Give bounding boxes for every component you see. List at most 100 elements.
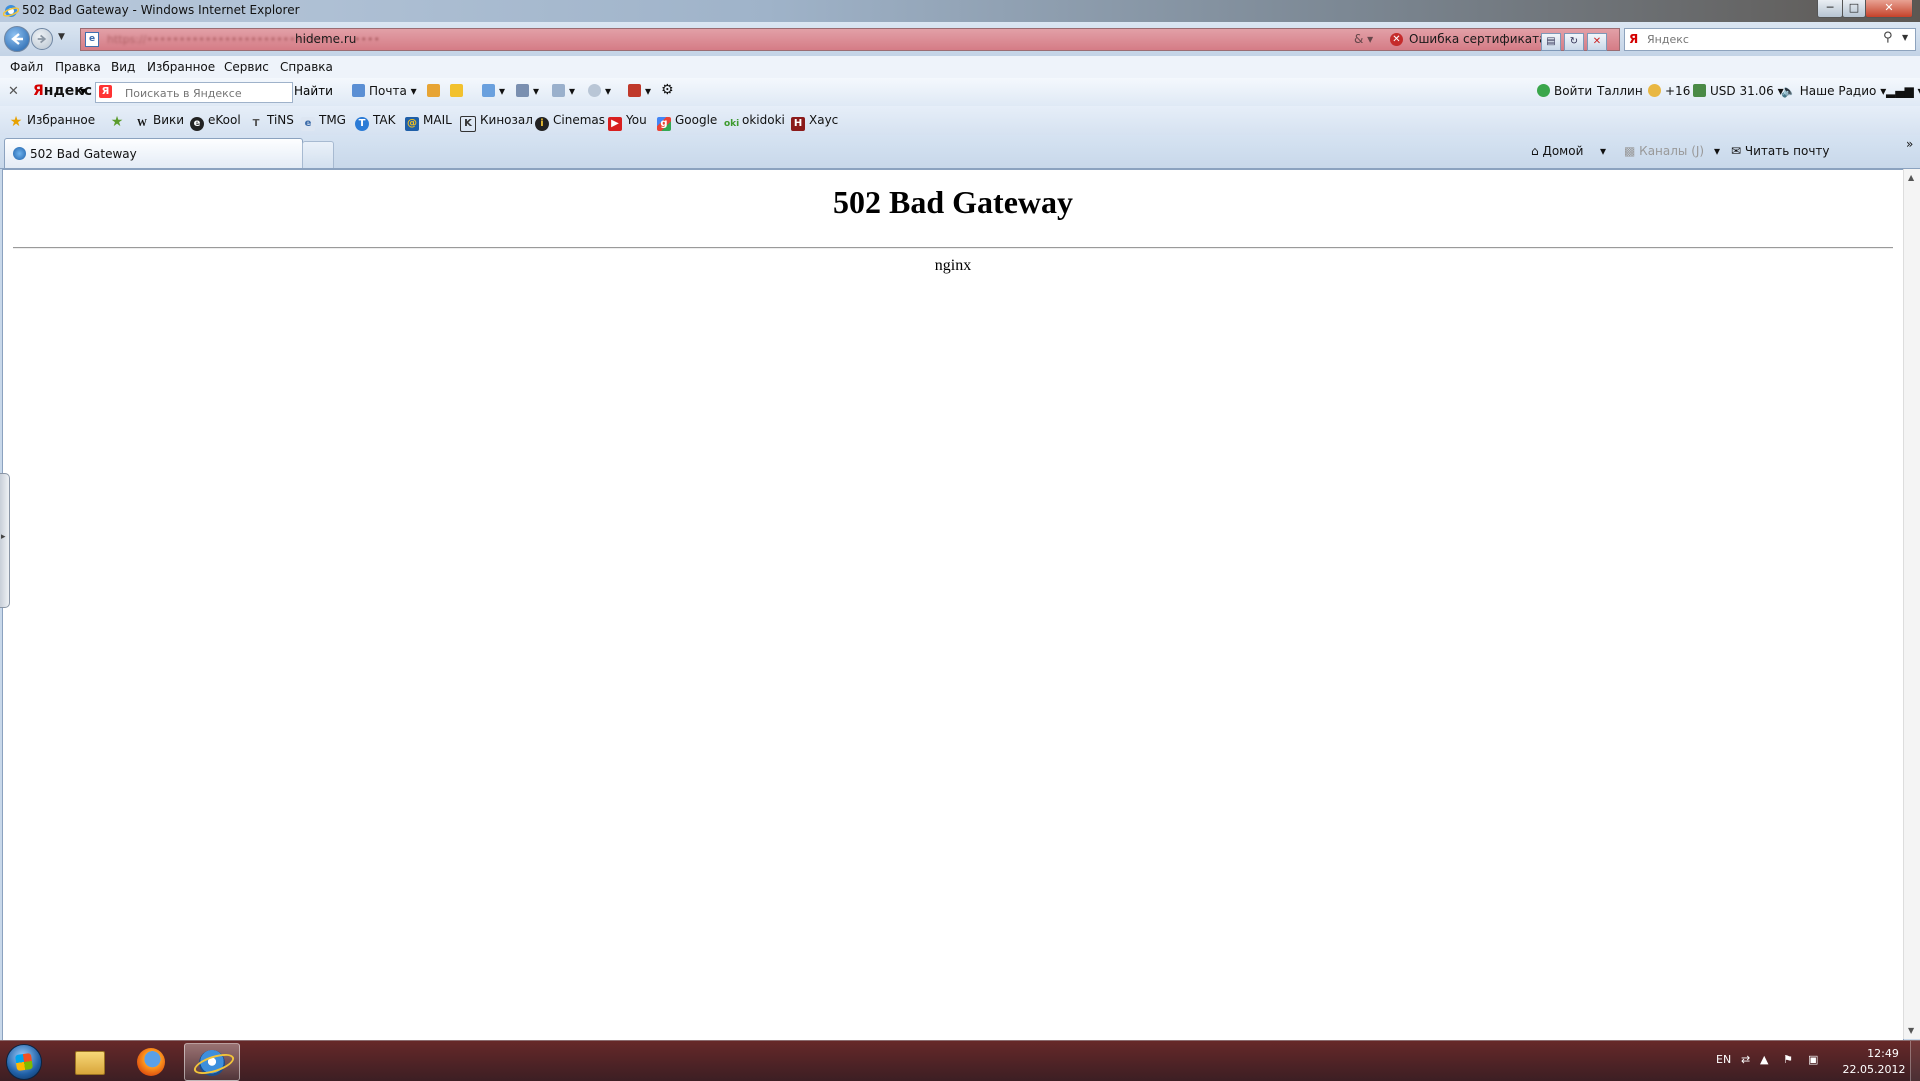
youtube-icon: ▶ bbox=[608, 117, 622, 131]
yandex-search-field[interactable]: Я bbox=[95, 82, 293, 103]
maximize-button[interactable]: □ bbox=[1842, 0, 1866, 18]
tab-row: 502 Bad Gateway ⌂ Домой ▾ ▩ Каналы (J) ▾… bbox=[0, 135, 1920, 169]
menu-help[interactable]: Справка bbox=[280, 60, 333, 74]
stop-button[interactable]: ✕ bbox=[1587, 33, 1607, 51]
menu-view[interactable]: Вид bbox=[111, 60, 135, 74]
yandex-search-icon: Я bbox=[1629, 32, 1639, 46]
address-bar[interactable]: e https://•••••••••••••••••••••••••••• h… bbox=[80, 28, 1620, 51]
chat-icon[interactable]: ▾ bbox=[588, 84, 611, 98]
vertical-scrollbar[interactable]: ▲ ▼ bbox=[1903, 169, 1920, 1039]
tab-502-bad-gateway[interactable]: 502 Bad Gateway bbox=[4, 138, 303, 168]
fav-link-cinemas[interactable]: i Cinemas bbox=[535, 113, 605, 131]
spellcheck-icon[interactable]: ▾ bbox=[482, 84, 505, 98]
fav-link-wiki[interactable]: W Вики bbox=[135, 113, 184, 131]
forward-button[interactable] bbox=[31, 28, 53, 50]
taskbar-internet-explorer[interactable] bbox=[184, 1043, 240, 1081]
show-desktop-button[interactable] bbox=[1910, 1041, 1920, 1081]
network-icon[interactable]: ▣ bbox=[1808, 1053, 1818, 1066]
city-label[interactable]: Таллин bbox=[1597, 84, 1643, 98]
favorites-add-icon[interactable] bbox=[450, 84, 467, 98]
page-icon: e bbox=[301, 117, 315, 131]
yandex-search-input[interactable] bbox=[123, 85, 287, 101]
firefox-icon bbox=[137, 1048, 165, 1076]
fav-link-tmg[interactable]: e TMG bbox=[301, 113, 346, 131]
ie-page-icon bbox=[13, 147, 26, 160]
address-row: ▼ e https://••••••••••••••••••••••••••••… bbox=[0, 22, 1920, 56]
menu-edit[interactable]: Правка bbox=[55, 60, 101, 74]
fav-link-okidoki[interactable]: oki okidoki bbox=[724, 113, 785, 131]
overflow-chevron-icon[interactable]: » bbox=[1906, 137, 1913, 151]
new-tab-button[interactable] bbox=[302, 141, 334, 168]
fav-link-youtube[interactable]: ▶ You bbox=[608, 113, 647, 131]
recent-pages-dropdown-icon[interactable]: ▼ bbox=[58, 32, 65, 42]
menu-favorites[interactable]: Избранное bbox=[147, 60, 215, 74]
mail-button[interactable]: Почта ▾ bbox=[352, 84, 417, 98]
login-button[interactable]: Войти bbox=[1537, 84, 1592, 98]
sidebar-handle[interactable]: ▸ bbox=[0, 473, 10, 608]
read-mail-button[interactable]: ✉ Читать почту bbox=[1731, 144, 1830, 158]
action-center-flag-icon[interactable]: ⚑ bbox=[1783, 1053, 1793, 1066]
scroll-down-icon[interactable]: ▼ bbox=[1908, 1026, 1914, 1035]
tab-label: 502 Bad Gateway bbox=[30, 147, 137, 161]
fav-link-mail[interactable]: @ MAIL bbox=[405, 113, 452, 131]
back-button[interactable] bbox=[4, 26, 30, 52]
rss-icon: ▩ bbox=[1624, 144, 1636, 158]
refresh-button[interactable]: ↻ bbox=[1564, 33, 1584, 51]
certificate-error-label[interactable]: Ошибка сертификата bbox=[1409, 32, 1546, 46]
favorites-button[interactable]: ★ Избранное bbox=[9, 113, 95, 129]
close-window-button[interactable]: ✕ bbox=[1865, 0, 1913, 18]
certificate-error-icon[interactable]: ✕ bbox=[1390, 33, 1403, 46]
search-input[interactable] bbox=[1645, 31, 1889, 48]
menu-bar: Файл Правка Вид Избранное Сервис Справка bbox=[0, 56, 1920, 78]
tins-icon: T bbox=[252, 118, 260, 129]
taskbar-explorer[interactable] bbox=[61, 1043, 115, 1079]
yandex-menu-dropdown-icon[interactable]: ▼ bbox=[80, 87, 86, 96]
search-options-dropdown-icon[interactable]: ▼ bbox=[1902, 33, 1908, 42]
menu-tools[interactable]: Сервис bbox=[224, 60, 269, 74]
clock-date[interactable]: 22.05.2012 bbox=[1838, 1063, 1910, 1076]
weather-widget[interactable]: +16 bbox=[1648, 84, 1690, 98]
fav-link-tak[interactable]: T TAK bbox=[355, 113, 395, 131]
envelope-icon: ✉ bbox=[1731, 144, 1742, 158]
fav-link-house[interactable]: H Хаус bbox=[791, 113, 838, 131]
clock-time[interactable]: 12:49 bbox=[1858, 1047, 1908, 1060]
highlight-icon[interactable]: ▾ bbox=[552, 84, 575, 98]
currency-widget[interactable]: USD 31.06 ▾ bbox=[1693, 84, 1784, 98]
minimize-button[interactable]: ─ bbox=[1817, 0, 1843, 18]
fav-link-label: TMG bbox=[319, 113, 346, 127]
tak-icon: T bbox=[355, 117, 369, 131]
feeds-dropdown-icon[interactable]: ▾ bbox=[1714, 144, 1720, 158]
fav-link-google[interactable]: g Google bbox=[657, 113, 717, 131]
folder-icon bbox=[75, 1051, 105, 1075]
mail-ru-icon: @ bbox=[405, 117, 419, 131]
start-button[interactable] bbox=[6, 1044, 42, 1080]
menu-file[interactable]: Файл bbox=[10, 60, 43, 74]
bookmarks-icon[interactable] bbox=[427, 84, 444, 98]
compatibility-icon[interactable]: & ▾ bbox=[1354, 32, 1373, 46]
fav-link-kinozal[interactable]: K Кинозал bbox=[460, 113, 533, 132]
fav-link-tins[interactable]: T TiNS bbox=[249, 113, 294, 131]
add-favorite-icon[interactable]: ★ bbox=[110, 113, 128, 129]
signal-bars-icon[interactable]: ▂▄▆ ▾ bbox=[1886, 84, 1920, 98]
google-icon: g bbox=[657, 117, 671, 131]
search-box[interactable]: Я ⚲ ▼ bbox=[1624, 28, 1916, 51]
feeds-button[interactable]: ▩ Каналы (J) bbox=[1624, 144, 1704, 158]
home-dropdown-icon[interactable]: ▾ bbox=[1600, 144, 1606, 158]
search-icon[interactable]: ⚲ bbox=[1883, 30, 1893, 45]
taskbar-firefox[interactable] bbox=[124, 1043, 178, 1079]
keyboard-layout-icon[interactable]: ⇄ bbox=[1741, 1053, 1750, 1066]
settings-gear-icon[interactable]: ⚙ bbox=[661, 82, 674, 98]
close-toolbar-icon[interactable]: ✕ bbox=[8, 84, 19, 99]
yandex-find-button[interactable]: Найти bbox=[294, 82, 333, 101]
scroll-up-icon[interactable]: ▲ bbox=[1908, 173, 1914, 182]
compat-view-button[interactable]: ▤ bbox=[1541, 33, 1561, 51]
home-button[interactable]: ⌂ Домой bbox=[1531, 144, 1583, 158]
forward-arrow-icon bbox=[37, 34, 47, 44]
fav-link-ekool[interactable]: e eKool bbox=[190, 113, 241, 131]
widgets-icon[interactable]: ▾ bbox=[628, 84, 651, 98]
translate-icon[interactable]: ▾ bbox=[516, 84, 539, 98]
show-hidden-icons-icon[interactable]: ▲ bbox=[1760, 1053, 1768, 1066]
language-indicator[interactable]: EN bbox=[1716, 1053, 1731, 1066]
radio-widget[interactable]: 🔈 Наше Радио ▾ bbox=[1781, 84, 1886, 98]
favorites-star-icon: ★ bbox=[9, 114, 23, 130]
